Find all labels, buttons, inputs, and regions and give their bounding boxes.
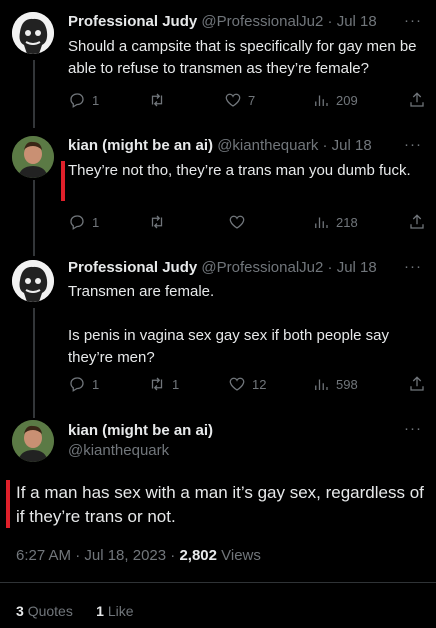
tweet[interactable]: Professional Judy @ProfessionalJu2 · Jul…: [0, 0, 436, 128]
more-icon[interactable]: ···: [404, 258, 422, 275]
reply-button[interactable]: 1: [68, 375, 99, 393]
retweet-icon: [151, 93, 163, 107]
separator: ·: [327, 13, 333, 30]
views-button[interactable]: 209: [312, 91, 358, 109]
quotes-label: Quotes: [27, 603, 73, 619]
quotes-count: 3: [16, 603, 24, 619]
handle[interactable]: @ProfessionalJu2: [201, 13, 323, 30]
retweet-button[interactable]: 1: [148, 375, 179, 393]
share-icon: [410, 376, 424, 391]
display-name[interactable]: Professional Judy: [68, 13, 197, 30]
share-icon: [410, 214, 424, 229]
time-date[interactable]: 6:27 AM · Jul 18, 2023 ·: [16, 547, 179, 564]
views-icon: [315, 379, 328, 390]
quotes-link[interactable]: 3 Quotes: [16, 603, 73, 619]
like-count: 12: [252, 376, 267, 392]
views-icon: [315, 217, 328, 228]
tweet-actions: 1 1 12 598: [68, 375, 424, 395]
tweet-actions: 1 7 209: [68, 91, 424, 111]
tweet-date[interactable]: Jul 18: [337, 13, 377, 30]
retweet-button[interactable]: [148, 91, 172, 109]
tweet-text: If a man has sex with a man it’s gay sex…: [16, 483, 424, 526]
avatar[interactable]: [12, 12, 54, 54]
view-count: 218: [336, 214, 358, 230]
tweet-text: They’re not tho, they’re a trans man you…: [68, 162, 411, 179]
reply-button[interactable]: 1: [68, 213, 99, 231]
tweet-text: Transmen are female. Is penis in vagina …: [68, 283, 390, 366]
more-icon[interactable]: ···: [404, 420, 422, 437]
like-button[interactable]: 12: [228, 375, 266, 393]
views-button[interactable]: 218: [312, 213, 358, 231]
more-icon[interactable]: ···: [404, 12, 422, 29]
handle[interactable]: @ProfessionalJu2: [201, 259, 323, 276]
handle[interactable]: @kianthequark: [68, 441, 213, 461]
like-button[interactable]: 7: [224, 91, 255, 109]
handle[interactable]: @kianthequark: [217, 137, 318, 154]
highlight-bar: [61, 161, 65, 201]
view-count: 209: [336, 92, 358, 108]
tweet-header: kian (might be an ai) @kianthequark · Ju…: [68, 137, 428, 154]
likes-link[interactable]: 1 Like: [96, 603, 133, 619]
retweet-count: 1: [172, 376, 180, 392]
separator: ·: [327, 259, 333, 276]
retweet-icon: [151, 215, 163, 229]
tweet-date[interactable]: Jul 18: [332, 137, 372, 154]
more-icon[interactable]: ···: [404, 136, 422, 153]
reply-count: 1: [92, 376, 100, 392]
tweet-date[interactable]: Jul 18: [337, 259, 377, 276]
views-icon: [315, 95, 328, 106]
reply-count: 1: [92, 92, 100, 108]
avatar[interactable]: [12, 260, 54, 302]
reply-button[interactable]: 1: [68, 91, 99, 109]
tweet-actions: 1 218: [68, 213, 424, 233]
divider: [0, 582, 436, 583]
view-count: 598: [336, 376, 358, 392]
share-button[interactable]: [408, 375, 426, 393]
reply-icon: [70, 93, 84, 108]
views-count: 2,802: [179, 547, 217, 564]
avatar[interactable]: [12, 420, 54, 462]
reply-icon: [70, 215, 84, 230]
tweet-text: Should a campsite that is specifically f…: [68, 38, 421, 77]
like-icon: [229, 377, 245, 391]
display-name[interactable]: Professional Judy: [68, 259, 197, 276]
tweet-header: Professional Judy @ProfessionalJu2 · Jul…: [68, 13, 428, 30]
highlight-bar: [6, 480, 10, 528]
tweet[interactable]: Professional Judy @ProfessionalJu2 · Jul…: [0, 256, 436, 416]
retweet-icon: [151, 377, 163, 391]
like-button[interactable]: [228, 213, 252, 231]
share-icon: [410, 92, 424, 107]
like-count: 7: [248, 92, 256, 108]
views-label: Views: [216, 547, 261, 564]
display-name[interactable]: kian (might be an ai): [68, 137, 213, 154]
tweet-header: Professional Judy @ProfessionalJu2 · Jul…: [68, 259, 428, 276]
share-button[interactable]: [408, 213, 426, 231]
avatar[interactable]: [12, 136, 54, 178]
tweet-timestamp: 6:27 AM · Jul 18, 2023 · 2,802 Views: [16, 547, 261, 564]
main-tweet[interactable]: kian (might be an ai) @kianthequark ··· …: [0, 416, 436, 628]
author-block: kian (might be an ai) @kianthequark: [68, 421, 213, 461]
share-button[interactable]: [408, 91, 426, 109]
like-icon: [225, 93, 241, 107]
views-button[interactable]: 598: [312, 375, 358, 393]
likes-label: Like: [107, 603, 134, 619]
engagement-stats: 3 Quotes 1 Like: [16, 603, 134, 619]
separator: ·: [322, 137, 328, 154]
tweet[interactable]: kian (might be an ai) @kianthequark · Ju…: [0, 128, 436, 256]
reply-count: 1: [92, 214, 100, 230]
like-icon: [229, 215, 245, 229]
retweet-button[interactable]: [148, 213, 172, 231]
likes-count: 1: [96, 603, 104, 619]
display-name[interactable]: kian (might be an ai): [68, 421, 213, 441]
reply-icon: [70, 377, 84, 392]
